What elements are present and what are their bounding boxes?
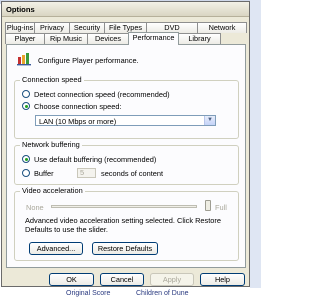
tab-devices[interactable]: Devices bbox=[87, 33, 129, 44]
connection-speed-dropdown[interactable]: LAN (10 Mbps or more) ▼ bbox=[35, 115, 216, 126]
detect-speed-radio[interactable] bbox=[22, 90, 30, 98]
default-buffering-label: Use default buffering (recommended) bbox=[34, 155, 157, 164]
tab-rip-music[interactable]: Rip Music bbox=[44, 33, 88, 44]
restore-defaults-button[interactable]: Restore Defaults bbox=[92, 242, 158, 255]
choose-speed-label: Choose connection speed: bbox=[34, 102, 122, 111]
advanced-button[interactable]: Advanced... bbox=[29, 242, 83, 255]
apply-button[interactable]: Apply bbox=[150, 273, 194, 286]
tab-performance[interactable]: Performance bbox=[128, 32, 179, 45]
video-acceleration-legend: Video acceleration bbox=[20, 186, 85, 195]
tab-network[interactable]: Network bbox=[197, 22, 247, 33]
slider-thumb[interactable] bbox=[205, 200, 211, 211]
background-app-edge bbox=[250, 0, 261, 300]
custom-buffer-option[interactable]: Buffer 5 seconds of content bbox=[22, 168, 222, 178]
video-acceleration-note: Advanced video acceleration setting sele… bbox=[25, 216, 221, 234]
buffer-label: Buffer bbox=[34, 169, 54, 178]
video-acceleration-group: Video acceleration None Full Advanced vi… bbox=[14, 186, 239, 261]
title-bar[interactable]: Options bbox=[2, 2, 249, 17]
background-album-text: Original Score bbox=[66, 290, 111, 297]
video-acceleration-slider[interactable] bbox=[51, 205, 197, 208]
connection-speed-value: LAN (10 Mbps or more) bbox=[39, 117, 117, 126]
chevron-down-icon[interactable]: ▼ bbox=[204, 116, 215, 125]
default-buffering-radio[interactable] bbox=[22, 155, 30, 163]
performance-icon bbox=[17, 53, 31, 66]
tab-row-bottom: Player Rip Music Devices Performance Lib… bbox=[2, 32, 251, 45]
tab-security[interactable]: Security bbox=[69, 22, 105, 33]
tab-library[interactable]: Library bbox=[178, 33, 221, 44]
background-title-text: Children of Dune bbox=[136, 290, 189, 297]
custom-buffer-radio[interactable] bbox=[22, 169, 30, 177]
slider-none-label: None bbox=[26, 203, 44, 212]
performance-panel: Configure Player performance. Connection… bbox=[6, 44, 246, 268]
options-dialog: Options Plug-ins Privacy Security File T… bbox=[1, 1, 250, 287]
background-playlist-row: Original Score Children of Dune bbox=[0, 288, 261, 300]
tab-privacy[interactable]: Privacy bbox=[34, 22, 70, 33]
tab-row-top: Plug-ins Privacy Security File Types DVD… bbox=[2, 22, 251, 33]
detect-speed-label: Detect connection speed (recommended) bbox=[34, 90, 170, 99]
header-text: Configure Player performance. bbox=[38, 56, 139, 65]
choose-speed-radio[interactable] bbox=[22, 102, 30, 110]
help-button[interactable]: Help bbox=[200, 273, 245, 286]
tab-plug-ins[interactable]: Plug-ins bbox=[5, 22, 35, 33]
connection-speed-group: Connection speed Detect connection speed… bbox=[14, 75, 239, 139]
network-buffering-group: Network buffering Use default buffering … bbox=[14, 140, 239, 185]
tab-player[interactable]: Player bbox=[5, 33, 45, 44]
seconds-of-content-label: seconds of content bbox=[101, 169, 164, 178]
cancel-button[interactable]: Cancel bbox=[100, 273, 144, 286]
connection-speed-legend: Connection speed bbox=[20, 75, 84, 84]
network-buffering-legend: Network buffering bbox=[20, 140, 82, 149]
ok-button[interactable]: OK bbox=[49, 273, 94, 286]
buffer-seconds-input[interactable]: 5 bbox=[77, 168, 96, 178]
window-title: Options bbox=[6, 5, 35, 14]
slider-full-label: Full bbox=[215, 203, 227, 212]
